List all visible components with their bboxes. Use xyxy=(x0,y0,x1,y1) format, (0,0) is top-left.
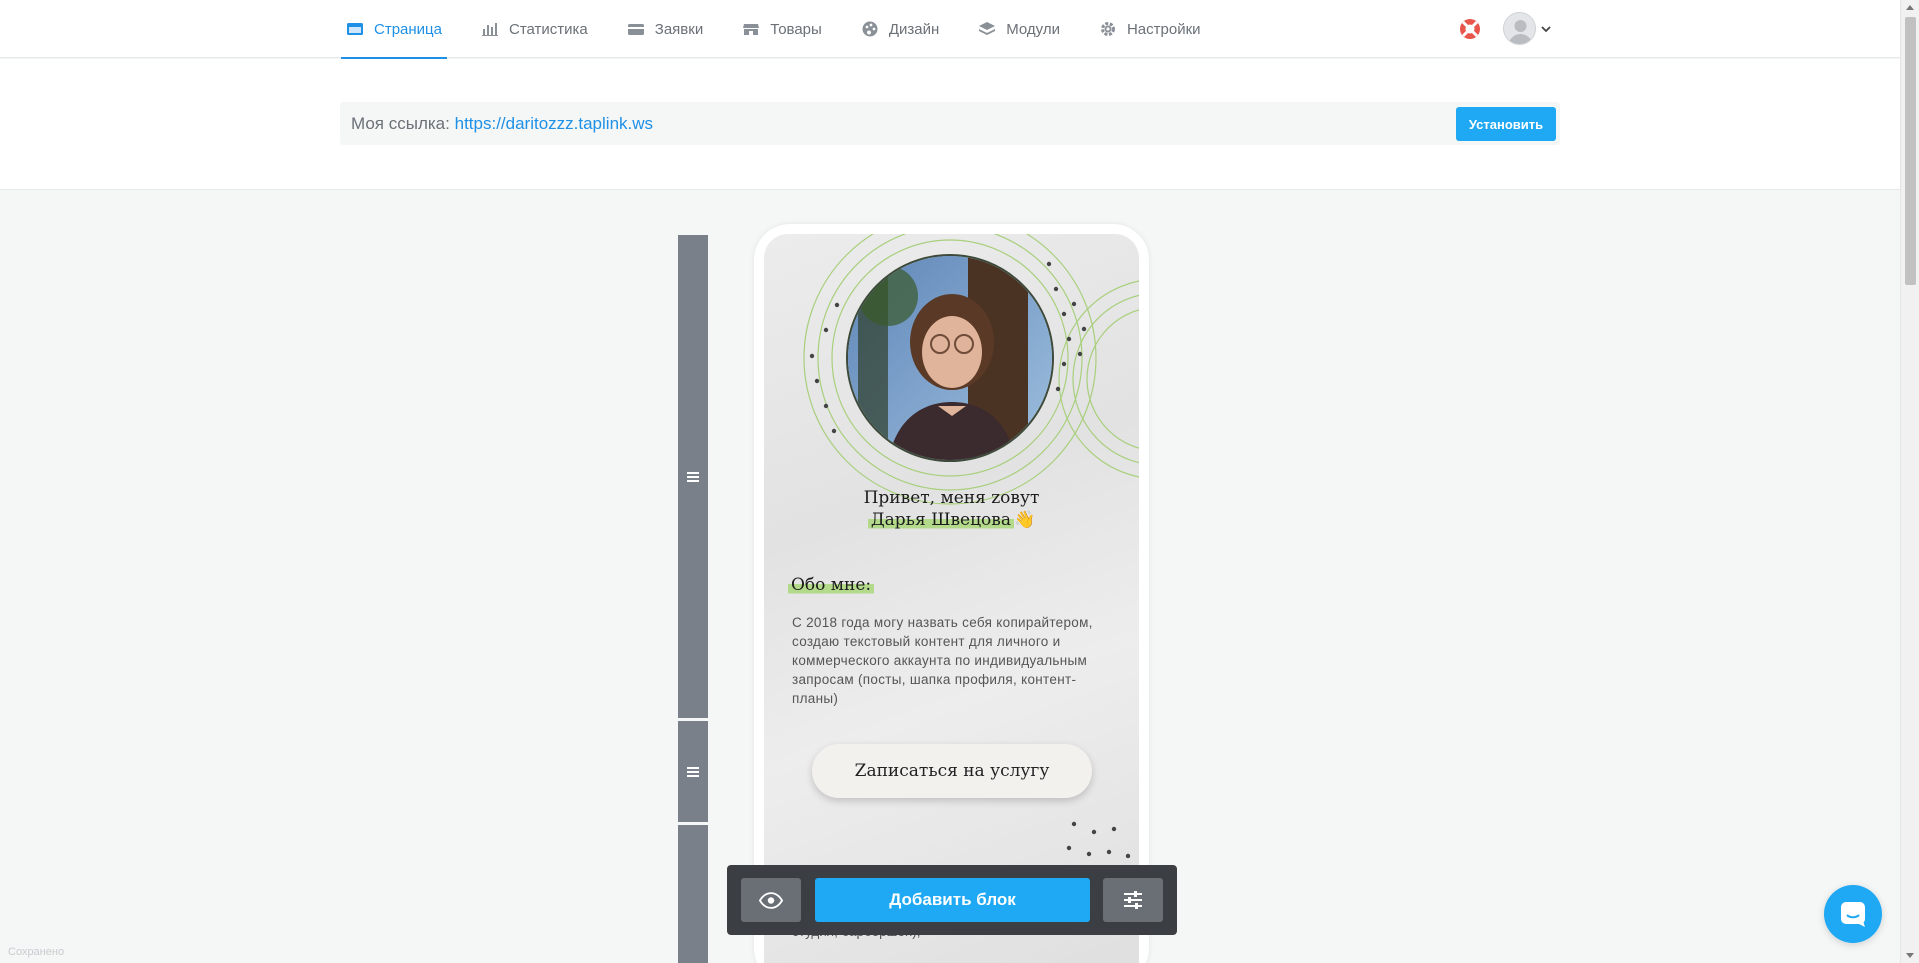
tab-modules-label: Модули xyxy=(1006,20,1060,38)
stats-icon xyxy=(481,20,499,38)
gear-icon xyxy=(1099,20,1117,38)
scroll-up-arrow-icon[interactable] xyxy=(1906,5,1914,10)
scroll-down-arrow-icon[interactable] xyxy=(1906,953,1914,958)
tab-products-label: Товары xyxy=(770,20,822,38)
book-service-button[interactable]: Zаписаться на услугу xyxy=(812,744,1092,798)
eye-icon xyxy=(759,891,783,909)
my-link-bar: Моя ссылка: https://daritozzz.taplink.ws… xyxy=(340,102,1560,145)
palette-icon xyxy=(861,20,879,38)
greeting-name: Дарья Швецова xyxy=(867,510,1014,530)
wave-emoji-icon: 👋 xyxy=(1013,510,1036,530)
main-nav: Страница Статистика Заявки Товары Дизайн xyxy=(341,0,1235,59)
block-drag-handle[interactable] xyxy=(678,235,708,718)
drag-handle-icon xyxy=(687,766,699,777)
about-title-text: Обо мне: xyxy=(788,575,875,595)
tab-design[interactable]: Дизайн xyxy=(856,0,944,58)
profile-photo-image xyxy=(848,256,1052,460)
support-chat-button[interactable] xyxy=(1824,885,1882,943)
sliders-icon xyxy=(1124,891,1142,909)
block-drag-handle[interactable] xyxy=(678,825,708,963)
tab-settings-label: Настройки xyxy=(1126,20,1201,38)
about-text: С 2018 года могу назвать себя копирайтер… xyxy=(792,615,1093,706)
chat-icon xyxy=(1841,902,1865,927)
tab-requests-label: Заявки xyxy=(654,20,704,38)
store-icon xyxy=(742,20,760,38)
greeting-name-line: Дарья Швецова 👋 xyxy=(764,509,1139,531)
chevron-down-icon[interactable] xyxy=(1540,22,1552,34)
about-title: Обо мне: xyxy=(788,575,875,595)
phone-preview: Привет, меня zовут Дарья Швецова 👋 Обо мн… xyxy=(754,224,1149,963)
user-icon xyxy=(1508,20,1533,44)
page-settings-button[interactable] xyxy=(1103,878,1163,922)
my-link-url[interactable]: https://daritozzz.taplink.ws xyxy=(455,114,653,133)
editor-toolbar: Добавить блок xyxy=(727,865,1177,935)
my-link-label: Моя ссылка: https://daritozzz.taplink.ws xyxy=(351,114,653,134)
tab-statistics[interactable]: Статистика xyxy=(476,0,593,58)
tab-modules[interactable]: Модули xyxy=(973,0,1065,58)
scrollbar-thumb[interactable] xyxy=(1905,17,1916,285)
greeting-line: Привет, меня zовут xyxy=(863,488,1040,508)
card-icon xyxy=(627,20,645,38)
tab-products[interactable]: Товары xyxy=(737,0,827,58)
install-button[interactable]: Установить xyxy=(1456,107,1556,141)
user-avatar[interactable] xyxy=(1503,12,1536,45)
link-section: Моя ссылка: https://daritozzz.taplink.ws… xyxy=(0,59,1900,190)
my-link-caption: Моя ссылка: xyxy=(351,114,450,133)
tab-settings[interactable]: Настройки xyxy=(1094,0,1206,58)
tab-page-label: Страница xyxy=(374,20,442,38)
profile-photo[interactable] xyxy=(846,254,1054,462)
layers-icon xyxy=(978,20,996,38)
preview-button[interactable] xyxy=(741,878,801,922)
add-block-button[interactable]: Добавить блок xyxy=(815,878,1090,922)
page-scrollbar[interactable] xyxy=(1900,0,1919,963)
tab-page[interactable]: Страница xyxy=(341,0,447,59)
save-status: Сохранено xyxy=(8,946,65,958)
top-navbar: Страница Статистика Заявки Товары Дизайн xyxy=(0,0,1900,59)
drag-handle-icon xyxy=(687,471,699,482)
help-lifebuoy-icon[interactable] xyxy=(1459,18,1481,40)
page-icon xyxy=(346,20,364,38)
tab-statistics-label: Статистика xyxy=(508,20,588,38)
block-drag-handle[interactable] xyxy=(678,721,708,822)
tab-requests[interactable]: Заявки xyxy=(622,0,708,58)
tab-design-label: Дизайн xyxy=(888,20,940,38)
phone-screen: Привет, меня zовут Дарья Швецова 👋 Обо мн… xyxy=(764,234,1139,963)
